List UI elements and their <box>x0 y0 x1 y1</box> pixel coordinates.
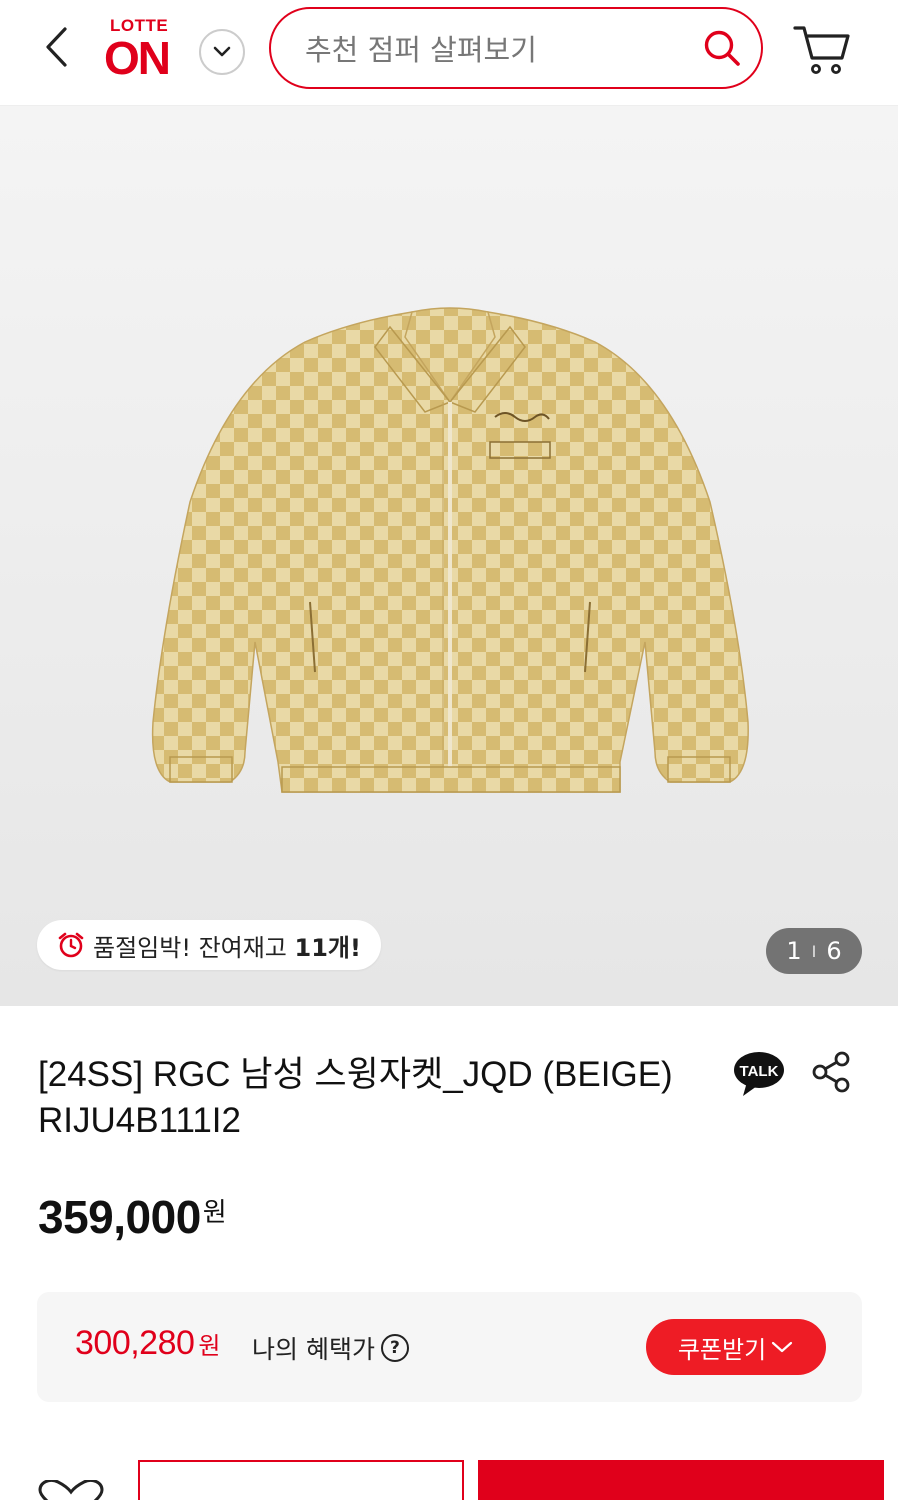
benefit-label-text: 나의 혜택가 <box>252 1335 375 1364</box>
back-button[interactable] <box>36 24 76 70</box>
benefit-price-box: 300,280 원 나의 혜택가 ? 쿠폰받기 <box>37 1292 862 1402</box>
product-image-jacket <box>151 307 749 793</box>
product-title: [24SS] RGC 남성 스윙자켓_JQD (BEIGE) RIJU4B111… <box>38 1055 673 1140</box>
pager-separator: I <box>811 941 817 961</box>
talk-label: TALK <box>740 1063 779 1080</box>
lotteon-logo[interactable]: LOTTE ON <box>102 14 182 84</box>
product-title-block: [24SS] RGC 남성 스윙자켓_JQD (BEIGE) RIJU4B111… <box>38 1052 728 1144</box>
search-input[interactable]: 추천 점퍼 살펴보기 <box>269 7 763 89</box>
chevron-down-icon <box>772 1341 793 1353</box>
search-icon[interactable] <box>701 27 743 69</box>
low-stock-badge: 품절임박! 잔여재고 11개! <box>37 920 381 970</box>
gift-button[interactable] <box>138 1460 464 1500</box>
benefit-label: 나의 혜택가 ? <box>252 1330 409 1366</box>
stock-text: 품절임박! 잔여재고 <box>93 933 295 962</box>
share-icon[interactable] <box>810 1050 852 1094</box>
benefit-price-value: 300,280 <box>75 1324 195 1362</box>
top-header: LOTTE ON 추천 점퍼 살펴보기 <box>0 0 898 106</box>
coupon-button-label: 쿠폰받기 <box>677 1335 767 1364</box>
bottom-action-bar <box>0 1458 898 1500</box>
mall-select-button[interactable] <box>199 29 245 75</box>
pager-total: 6 <box>826 937 842 965</box>
help-icon[interactable]: ? <box>380 1334 409 1362</box>
heart-icon[interactable] <box>36 1480 106 1500</box>
back-arrow-icon <box>46 27 67 67</box>
price-row: 359,000 원 <box>38 1190 227 1244</box>
pager-current: 1 <box>786 937 802 965</box>
image-pager: 1 I 6 <box>766 928 862 974</box>
stock-count: 11개! <box>294 933 361 962</box>
benefit-price: 300,280 원 <box>75 1324 221 1363</box>
sale-price: 359,000 <box>38 1191 201 1243</box>
alarm-clock-icon <box>58 932 84 958</box>
price-unit: 원 <box>202 1198 227 1228</box>
chevron-down-icon <box>213 46 231 57</box>
logo-main-text: ON <box>104 32 171 84</box>
cart-icon[interactable] <box>792 22 852 78</box>
buy-button[interactable] <box>478 1460 884 1500</box>
search-placeholder: 추천 점퍼 살펴보기 <box>305 33 537 67</box>
kakao-talk-icon[interactable]: TALK <box>733 1050 785 1098</box>
coupon-download-button[interactable]: 쿠폰받기 <box>646 1319 826 1375</box>
product-image-gallery[interactable]: 품절임박! 잔여재고 11개! 1 I 6 <box>0 106 898 1006</box>
benefit-price-unit: 원 <box>198 1332 221 1360</box>
